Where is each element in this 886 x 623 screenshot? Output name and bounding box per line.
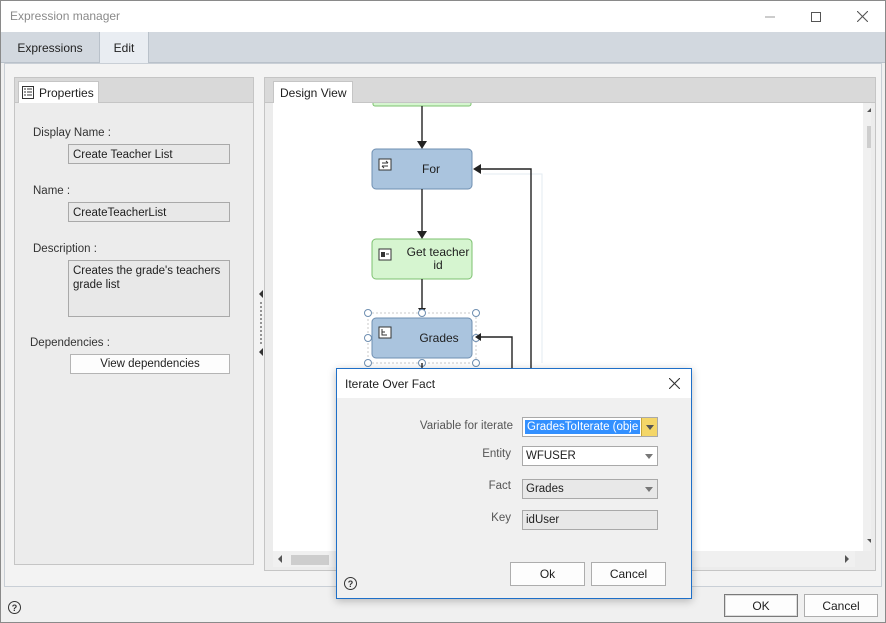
dialog-title: Iterate Over Fact <box>345 377 436 391</box>
vscroll-graphics <box>867 108 871 543</box>
action-icon <box>378 248 392 261</box>
properties-tab-label: Properties <box>39 85 94 100</box>
variable-select[interactable]: GradesToIterate (obje <box>522 417 658 437</box>
dialog-cancel-button[interactable]: Cancel <box>591 562 666 586</box>
name-label: Name : <box>33 185 71 197</box>
fact-select[interactable]: Grades <box>522 479 658 499</box>
properties-icon <box>22 86 34 99</box>
description-label: Description : <box>33 243 97 255</box>
chevron-down-icon <box>641 418 657 436</box>
main-tabstrip: Expressions Edit <box>1 32 885 63</box>
properties-panel: Properties Display Name : Create Teacher… <box>14 77 254 565</box>
help-icon[interactable]: ? <box>8 601 21 614</box>
title-bar: Expression manager <box>1 1 885 32</box>
window-title: Expression manager <box>10 9 121 23</box>
tab-expressions[interactable]: Expressions <box>1 32 99 63</box>
chevron-down-icon <box>641 447 657 465</box>
fact-label: Fact <box>488 480 511 492</box>
minimize-button[interactable] <box>747 1 793 32</box>
entity-select-value: WFUSER <box>526 450 576 462</box>
help-icon[interactable]: ? <box>344 577 357 590</box>
node-for-label: For <box>422 162 440 176</box>
cancel-button[interactable]: Cancel <box>804 594 878 617</box>
variable-select-value: GradesToIterate (obje <box>525 420 641 434</box>
minimize-icon <box>765 16 775 17</box>
variable-label: Variable for iterate <box>419 420 513 432</box>
entity-select[interactable]: WFUSER <box>522 446 658 466</box>
chevron-down-icon <box>641 480 657 498</box>
tab-edit[interactable]: Edit <box>99 32 149 63</box>
dialog-ok-button[interactable]: Ok <box>510 562 585 586</box>
close-button[interactable] <box>839 1 885 32</box>
close-icon <box>856 11 868 22</box>
design-view-tab[interactable]: Design View <box>273 81 354 103</box>
entity-label: Entity <box>482 448 511 460</box>
key-label: Key <box>491 512 511 524</box>
close-icon <box>668 378 680 389</box>
loop-icon <box>378 158 392 171</box>
key-field[interactable]: idUser <box>522 510 658 530</box>
key-field-value: idUser <box>526 514 560 526</box>
design-tabbar <box>265 78 875 103</box>
display-name-field[interactable]: Create Teacher List <box>68 144 230 164</box>
iterate-icon <box>378 326 392 339</box>
dependencies-label: Dependencies : <box>30 337 110 349</box>
display-name-label: Display Name : <box>33 127 111 139</box>
node-get-teacher-id-label-2: id <box>433 258 442 272</box>
ok-button[interactable]: OK <box>724 594 798 617</box>
maximize-icon <box>811 11 821 22</box>
name-field[interactable]: CreateTeacherList <box>68 202 230 222</box>
view-dependencies-button[interactable]: View dependencies <box>70 354 230 374</box>
node-grades-label: Grades <box>419 331 458 345</box>
partial-node-top[interactable] <box>372 103 472 107</box>
description-field[interactable]: Creates the grade's teachers grade list <box>68 260 230 317</box>
properties-tab[interactable]: Properties <box>18 81 99 103</box>
fact-select-value: Grades <box>526 483 564 495</box>
maximize-button[interactable] <box>793 1 839 32</box>
node-get-teacher-id-label-1: Get teacher <box>407 245 470 259</box>
dialog-title-bar: Iterate Over Fact <box>337 369 691 398</box>
iterate-over-fact-dialog: Iterate Over Fact Variable for iterate G… <box>336 368 692 599</box>
dialog-close-button[interactable] <box>657 369 691 398</box>
vertical-scrollbar[interactable] <box>863 103 871 551</box>
